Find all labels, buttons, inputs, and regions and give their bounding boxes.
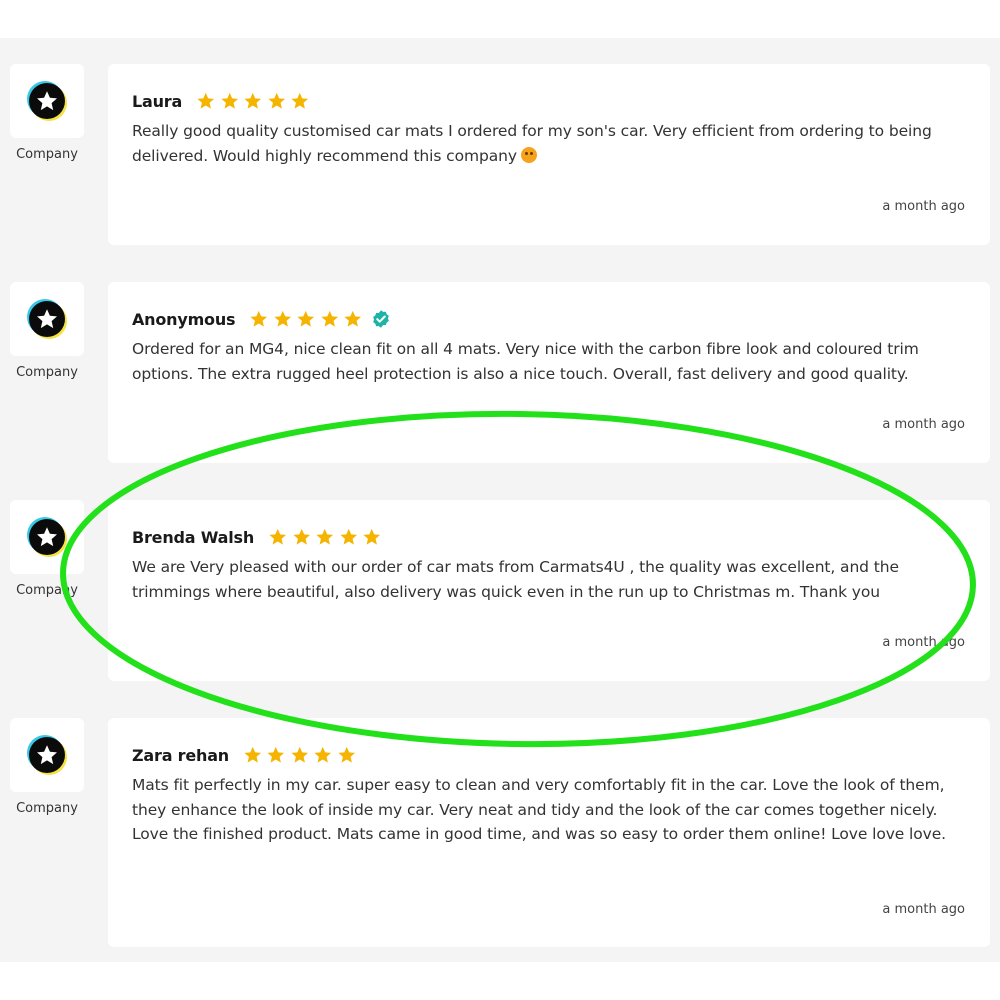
star-icon xyxy=(271,309,295,329)
star-logo-icon xyxy=(29,301,65,337)
review-header: Laura xyxy=(132,91,312,111)
company-logo[interactable]: Company xyxy=(10,718,84,816)
company-logo[interactable]: Company xyxy=(10,282,84,380)
star-icon xyxy=(241,745,265,765)
star-icon xyxy=(294,309,318,329)
star-icon xyxy=(288,91,312,111)
star-icon xyxy=(264,745,288,765)
company-label: Company xyxy=(16,147,78,162)
review-card: Brenda Walsh We are Very pleased with ou… xyxy=(108,500,990,681)
review-card: Anonymous Ordered for an MG4, nice clean… xyxy=(108,282,990,463)
logo-tile xyxy=(10,64,84,138)
star-rating xyxy=(266,527,384,547)
star-logo-icon xyxy=(29,737,65,773)
star-rating xyxy=(194,91,312,111)
verified-check-icon xyxy=(373,310,389,328)
review-header: Zara rehan xyxy=(132,745,358,765)
review-timestamp: a month ago xyxy=(882,417,965,432)
company-logo[interactable]: Company xyxy=(10,500,84,598)
star-icon xyxy=(247,309,271,329)
star-rating xyxy=(247,309,365,329)
review-text: Ordered for an MG4, nice clean fit on al… xyxy=(132,340,919,383)
star-logo-icon xyxy=(29,83,65,119)
reviews-panel: Company Laura Really good quality custom… xyxy=(0,38,1000,962)
review-card: Zara rehan Mats fit perfectly in my car.… xyxy=(108,718,990,947)
logo-tile xyxy=(10,718,84,792)
review-text: We are Very pleased with our order of ca… xyxy=(132,558,899,601)
star-icon xyxy=(360,527,384,547)
logo-tile xyxy=(10,500,84,574)
logo-tile xyxy=(10,282,84,356)
star-icon xyxy=(341,309,365,329)
star-rating xyxy=(241,745,359,765)
star-icon xyxy=(265,91,289,111)
review-card: Laura Really good quality customised car… xyxy=(108,64,990,245)
reviewer-name[interactable]: Anonymous xyxy=(132,310,236,329)
review-header: Brenda Walsh xyxy=(132,527,384,547)
reviewer-name[interactable]: Zara rehan xyxy=(132,746,229,765)
star-icon xyxy=(313,527,337,547)
smiling-face-emoji-icon xyxy=(520,146,537,163)
star-icon xyxy=(266,527,290,547)
review-timestamp: a month ago xyxy=(882,199,965,214)
star-icon xyxy=(311,745,335,765)
star-icon xyxy=(218,91,242,111)
company-logo[interactable]: Company xyxy=(10,64,84,162)
company-label: Company xyxy=(16,365,78,380)
star-icon xyxy=(337,527,361,547)
star-icon xyxy=(290,527,314,547)
star-icon xyxy=(318,309,342,329)
star-icon xyxy=(241,91,265,111)
review-text-block: Really good quality customised car mats … xyxy=(132,119,972,168)
review-timestamp: a month ago xyxy=(882,635,965,650)
reviewer-name[interactable]: Brenda Walsh xyxy=(132,528,254,547)
star-icon xyxy=(194,91,218,111)
review-timestamp: a month ago xyxy=(882,902,965,917)
company-label: Company xyxy=(16,801,78,816)
review-header: Anonymous xyxy=(132,309,391,329)
review-text: Mats fit perfectly in my car. super easy… xyxy=(132,776,946,843)
reviewer-name[interactable]: Laura xyxy=(132,92,182,111)
star-icon xyxy=(335,745,359,765)
star-icon xyxy=(288,745,312,765)
star-logo-icon xyxy=(29,519,65,555)
company-label: Company xyxy=(16,583,78,598)
